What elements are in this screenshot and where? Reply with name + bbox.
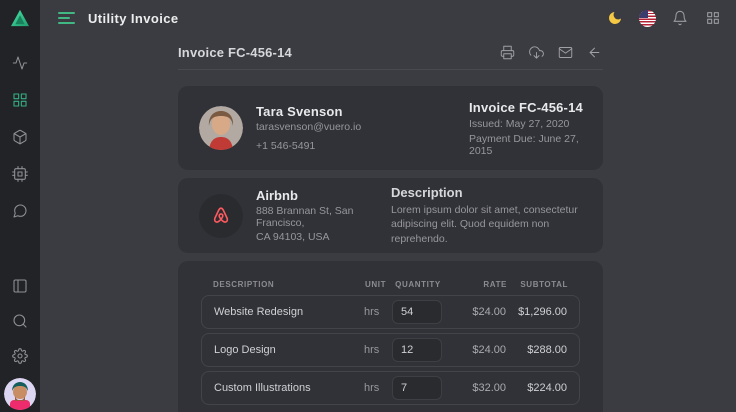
sidebar-item-messages[interactable] [10, 201, 30, 221]
sidebar-item-dashboards[interactable] [10, 90, 30, 110]
invoice-issued-date: Issued: May 27, 2020 [469, 118, 587, 130]
customer-name: Tara Svenson [256, 104, 361, 119]
customer-info: Tara Svenson tarasvenson@vuero.io +1 546… [256, 104, 361, 152]
company-card: Airbnb 888 Brannan St, San Francisco, CA… [178, 178, 603, 253]
invoice-toolbar: Invoice FC-456-14 [178, 36, 603, 70]
invoice-due-date: Payment Due: June 27, 2015 [469, 133, 587, 157]
invoice-meta: Invoice FC-456-14 Issued: May 27, 2020 P… [469, 100, 587, 157]
bell-icon [672, 10, 688, 26]
item-description: Logo Design [214, 344, 364, 356]
menu-hamburger-icon[interactable] [58, 12, 75, 24]
sidebar-item-elements[interactable] [10, 164, 30, 184]
mail-icon [558, 45, 573, 60]
company-address-line2: CA 94103, USA [256, 231, 391, 243]
settings-gear-icon [12, 348, 28, 364]
language-selector[interactable] [639, 10, 656, 27]
items-table-header: Description Unit Quantity Rate Subtotal [201, 273, 580, 295]
description-body: Lorem ipsum dolor sit amet, consectetur … [391, 203, 583, 246]
item-rate: $24.00 [442, 306, 506, 318]
customer-email: tarasvenson@vuero.io [256, 121, 361, 133]
header-quantity: Quantity [393, 280, 443, 289]
header-unit: Unit [365, 280, 393, 289]
company-name: Airbnb [256, 188, 391, 203]
box-icon [12, 129, 28, 145]
panels-icon [12, 278, 28, 294]
app-window: Utility Invoice Invoice FC-456-14 [0, 0, 736, 412]
item-unit: hrs [364, 344, 392, 356]
customer-phone: +1 546-5491 [256, 140, 361, 152]
item-description: Website Redesign [214, 306, 364, 318]
table-row: Logo Design hrs $24.00 $288.00 [201, 333, 580, 367]
sidebar-item-search[interactable] [10, 311, 30, 331]
back-button[interactable] [587, 45, 603, 61]
invoice-items-card: Description Unit Quantity Rate Subtotal … [178, 261, 603, 412]
header-description: Description [213, 280, 365, 289]
dashboard-grid-icon [12, 92, 28, 108]
invoice-description: Description Lorem ipsum dolor sit amet, … [391, 185, 583, 246]
topbar-actions [606, 9, 722, 27]
sidebar [0, 0, 40, 412]
header-rate: Rate [443, 280, 507, 289]
item-description: Custom Illustrations [214, 382, 364, 394]
description-heading: Description [391, 185, 583, 200]
moon-icon [607, 10, 623, 26]
cpu-icon [12, 166, 28, 182]
user-avatar-illustration [4, 378, 36, 410]
item-rate: $24.00 [442, 344, 506, 356]
table-row: Custom Illustrations hrs $32.00 $224.00 [201, 371, 580, 405]
logo-triangle-icon [10, 9, 30, 27]
company-info: Airbnb 888 Brannan St, San Francisco, CA… [256, 188, 391, 243]
item-subtotal: $224.00 [506, 382, 567, 394]
sidebar-item-panels[interactable] [10, 276, 30, 296]
company-address-line1: 888 Brannan St, San Francisco, [256, 205, 391, 229]
quantity-input[interactable] [392, 338, 442, 362]
item-subtotal: $1,296.00 [506, 306, 567, 318]
activity-icon [12, 55, 28, 71]
invoice-toolbar-actions [500, 45, 603, 61]
sidebar-item-settings[interactable] [10, 346, 30, 366]
cloud-download-icon [529, 45, 544, 60]
invoice-parties-card: Tara Svenson tarasvenson@vuero.io +1 546… [178, 86, 603, 170]
item-rate: $32.00 [442, 382, 506, 394]
quantity-input[interactable] [392, 300, 442, 324]
customer-avatar [199, 106, 243, 150]
item-subtotal: $288.00 [506, 344, 567, 356]
item-unit: hrs [364, 382, 392, 394]
topbar: Utility Invoice [40, 0, 736, 36]
notifications-button[interactable] [671, 9, 689, 27]
apps-grid-icon [705, 10, 721, 26]
dark-mode-toggle[interactable] [606, 9, 624, 27]
invoice-number: Invoice FC-456-14 [469, 100, 587, 115]
item-unit: hrs [364, 306, 392, 318]
customer-avatar-photo [199, 106, 243, 150]
search-icon [12, 313, 28, 329]
airbnb-logo-icon [209, 204, 233, 228]
chat-icon [12, 203, 28, 219]
app-logo[interactable] [0, 0, 40, 36]
printer-icon [500, 45, 515, 60]
header-subtotal: Subtotal [507, 280, 568, 289]
invoice-page: Invoice FC-456-14 [178, 36, 603, 412]
sidebar-bottom-group [4, 261, 36, 412]
company-logo-badge [199, 194, 243, 238]
apps-menu-button[interactable] [704, 9, 722, 27]
download-button[interactable] [529, 45, 545, 61]
table-row: Website Redesign hrs $24.00 $1,296.00 [201, 295, 580, 329]
invoice-title: Invoice FC-456-14 [178, 45, 292, 60]
print-button[interactable] [500, 45, 516, 61]
quantity-input[interactable] [392, 376, 442, 400]
sidebar-item-activity[interactable] [10, 53, 30, 73]
user-avatar[interactable] [4, 378, 36, 410]
page-title: Utility Invoice [88, 11, 179, 26]
send-mail-button[interactable] [558, 45, 574, 61]
arrow-left-icon [587, 45, 602, 60]
sidebar-item-components[interactable] [10, 127, 30, 147]
